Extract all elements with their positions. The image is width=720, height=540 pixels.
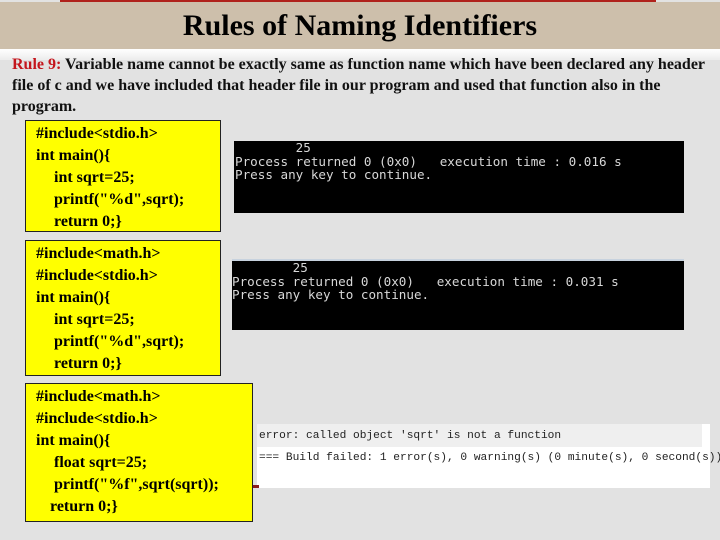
code-line: float sqrt=25;: [54, 454, 148, 471]
rule-label: Rule 9:: [12, 56, 62, 73]
code-example-1: #include<stdio.h> int main(){ int sqrt=2…: [25, 120, 221, 232]
code-line: #include<stdio.h>: [36, 125, 158, 142]
code-line: return 0;}: [50, 498, 118, 515]
code-line: int main(){: [36, 432, 111, 449]
console-line: Press any key to continue.: [232, 287, 430, 302]
code-example-2: #include<math.h> #include<stdio.h> int m…: [25, 240, 221, 376]
code-line: #include<math.h>: [36, 388, 161, 405]
code-line: int sqrt=25;: [54, 311, 135, 328]
slide-title: Rules of Naming Identifiers: [182, 8, 538, 42]
console-output-2: 25 Process returned 0 (0x0) execution ti…: [232, 259, 684, 330]
console-line: Press any key to continue.: [235, 167, 433, 182]
code-line: printf("%d",sqrt);: [54, 191, 185, 208]
code-line: int sqrt=25;: [54, 169, 135, 186]
code-line: #include<stdio.h>: [36, 410, 158, 427]
code-example-3: #include<math.h> #include<stdio.h> int m…: [25, 383, 253, 522]
build-summary-row: === Build failed: 1 error(s), 0 warning(…: [257, 447, 720, 468]
console-line: 25: [232, 260, 308, 275]
code-line: int main(){: [36, 289, 111, 306]
console-line: Process returned 0 (0x0) execution time …: [232, 273, 619, 289]
build-summary-message: === Build failed: 1 error(s), 0 warning(…: [259, 451, 720, 464]
code-line: return 0;}: [54, 355, 122, 372]
rule-body: Variable name cannot be exactly same as …: [12, 56, 705, 115]
code-line: #include<stdio.h>: [36, 267, 158, 284]
code-line: return 0;}: [54, 213, 122, 230]
console-output-1: 25 Process returned 0 (0x0) execution ti…: [234, 141, 684, 213]
build-error-message: error: called object 'sqrt' is not a fun…: [259, 429, 562, 442]
code-line: printf("%d",sqrt);: [54, 333, 185, 350]
code-line: int main(){: [36, 147, 111, 164]
console-line: 25: [235, 140, 311, 155]
title-bar: Rules of Naming Identifiers: [0, 2, 720, 49]
console-line: Process returned 0 (0x0) execution time …: [235, 153, 622, 169]
build-log-panel: error: called object 'sqrt' is not a fun…: [257, 424, 720, 488]
build-error-row: error: called object 'sqrt' is not a fun…: [257, 424, 702, 447]
code-line: #include<math.h>: [36, 245, 161, 262]
error-marker: [253, 485, 259, 488]
rule-description: Rule 9: Variable name cannot be exactly …: [12, 54, 712, 117]
code-line: printf("%f",sqrt(sqrt));: [54, 476, 219, 493]
